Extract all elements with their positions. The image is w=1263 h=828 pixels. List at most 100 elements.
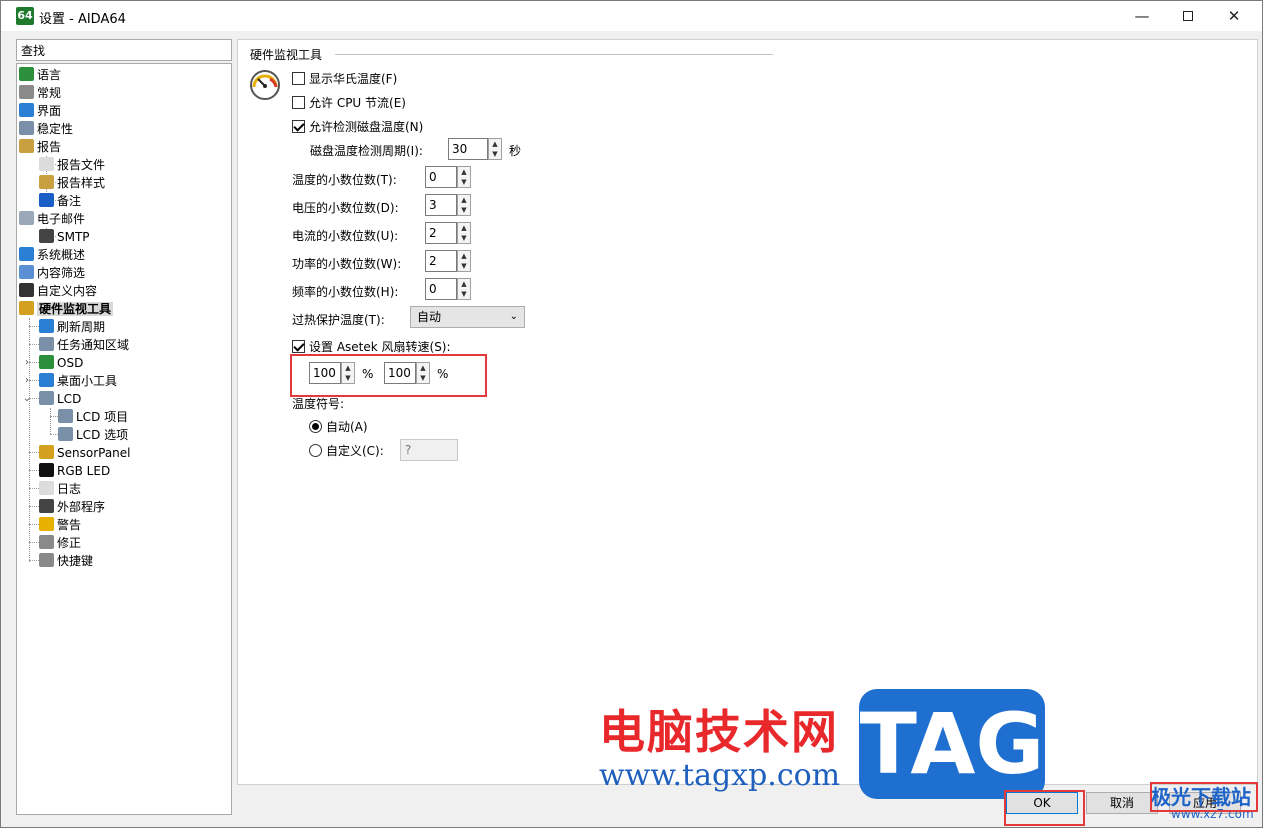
tree-item[interactable]: LCD 项目 (58, 408, 128, 426)
device-icon (19, 283, 34, 297)
tree-item[interactable]: 日志 (39, 480, 81, 498)
spin-arrows[interactable]: ▲ ▼ (488, 138, 502, 160)
temp-symbol-auto-radio[interactable]: 自动(A) (309, 419, 368, 435)
checkbox-box[interactable] (292, 340, 305, 353)
current-decimals-input[interactable]: 2 (425, 222, 457, 244)
temp-symbol-custom-radio[interactable]: 自定义(C): (309, 443, 384, 459)
current-decimals-spinner[interactable]: 2 ▲ ▼ (425, 222, 471, 244)
spin-arrows[interactable]: ▲ ▼ (457, 166, 471, 188)
tree-item[interactable]: 桌面小工具 (39, 372, 117, 390)
close-button[interactable]: ✕ (1211, 1, 1257, 31)
tree-item-label: SensorPanel (57, 446, 131, 460)
lcd-icon (58, 409, 73, 423)
tree-item[interactable]: LCD 选项 (58, 426, 128, 444)
temp-decimals-label: 温度的小数位数(T): (292, 173, 397, 187)
settings-tree[interactable]: › › ⌄ 语言常规 界面 稳定性 报告 报告文件 报告样式 备注 电子邮件 SMTP 系统概述内… (16, 63, 232, 815)
tree-item-label: 系统概述 (37, 248, 86, 262)
tree-item[interactable]: 外部程序 (39, 498, 105, 516)
tree-item[interactable]: RGB LED (39, 462, 110, 480)
tree-item-label: LCD (57, 392, 82, 406)
cancel-button[interactable]: 取消 (1086, 792, 1158, 814)
tree-item[interactable]: SMTP (39, 228, 90, 246)
radio-dot[interactable] (309, 420, 322, 433)
checkbox-box[interactable] (292, 120, 305, 133)
freq-decimals-input[interactable]: 0 (425, 278, 457, 300)
keyboard-icon (39, 553, 54, 567)
radio-dot[interactable] (309, 444, 322, 457)
monitor-icon (19, 103, 34, 117)
tree-item[interactable]: 报告 (19, 138, 61, 156)
overheat-select[interactable]: 自动 ⌄ (410, 306, 525, 328)
info-icon (39, 193, 54, 207)
tree-item-label: SMTP (57, 230, 90, 244)
expand-osd-chevron-icon[interactable]: › (22, 357, 32, 368)
checkbox-box[interactable] (292, 96, 305, 109)
tree-item[interactable]: 备注 (39, 192, 81, 210)
tree-item[interactable]: 报告文件 (39, 156, 105, 174)
filter-icon (19, 265, 34, 279)
tree-item[interactable]: 语言 (19, 66, 61, 84)
tree-item[interactable]: 系统概述 (19, 246, 85, 264)
tree-item[interactable]: 内容筛选 (19, 264, 85, 282)
maximize-button[interactable] (1165, 1, 1211, 31)
tree-item[interactable]: 刷新周期 (39, 318, 105, 336)
tree-item[interactable]: 修正 (39, 534, 81, 552)
document-icon (39, 481, 54, 495)
tree-item-label: LCD 选项 (76, 428, 129, 442)
disk-temp-period-input[interactable]: 30 (448, 138, 488, 160)
checkbox-box[interactable] (292, 72, 305, 85)
current-decimals-label: 电流的小数位数(U): (292, 229, 399, 243)
tree-item-label: 自定义内容 (37, 284, 98, 298)
report-icon (19, 139, 34, 153)
gears-icon (19, 121, 34, 135)
tree-item-label: 警告 (57, 518, 82, 532)
watermark-cn-text: 电脑技术网 (599, 705, 839, 759)
tree-item[interactable]: 警告 (39, 516, 81, 534)
tree-item[interactable]: 硬件监视工具 (19, 300, 114, 318)
asetek-fan-checkbox[interactable]: 设置 Asetek 风扇转速(S): (292, 339, 451, 355)
tree-item[interactable]: 常规 (19, 84, 61, 102)
allow-disk-temp-checkbox[interactable]: 允许检测磁盘温度(N) (292, 119, 423, 135)
expand-gadget-chevron-icon[interactable]: › (22, 375, 32, 386)
tree-item[interactable]: 自定义内容 (19, 282, 97, 300)
voltage-decimals-spinner[interactable]: 3 ▲ ▼ (425, 194, 471, 216)
seconds-unit-label: 秒 (509, 144, 522, 158)
tree-item-label: 快捷键 (57, 554, 94, 568)
power-decimals-spinner[interactable]: 2 ▲ ▼ (425, 250, 471, 272)
gauge-icon (250, 70, 280, 100)
allow-cpu-throttle-checkbox[interactable]: 允许 CPU 节流(E) (292, 95, 406, 111)
tree-item[interactable]: 报告样式 (39, 174, 105, 192)
custom-symbol-input[interactable]: ? (400, 439, 458, 461)
temp-decimals-input[interactable]: 0 (425, 166, 457, 188)
spin-arrows[interactable]: ▲ ▼ (457, 194, 471, 216)
freq-decimals-label: 频率的小数位数(H): (292, 285, 399, 299)
tree-item[interactable]: 电子邮件 (19, 210, 85, 228)
spin-arrows[interactable]: ▲ ▼ (457, 250, 471, 272)
program-icon (39, 499, 54, 513)
show-fahrenheit-checkbox[interactable]: 显示华氏温度(F) (292, 71, 397, 87)
tree-item-label: 语言 (37, 68, 62, 82)
tree-item[interactable]: SensorPanel (39, 444, 131, 462)
collapse-lcd-chevron-icon[interactable]: ⌄ (22, 393, 32, 404)
tree-item[interactable]: 快捷键 (39, 552, 93, 570)
tree-item[interactable]: 界面 (19, 102, 61, 120)
temp-decimals-spinner[interactable]: 0 ▲ ▼ (425, 166, 471, 188)
tree-item-label: OSD (57, 356, 84, 370)
freq-decimals-spinner[interactable]: 0 ▲ ▼ (425, 278, 471, 300)
spin-arrows[interactable]: ▲ ▼ (457, 278, 471, 300)
disk-temp-period-spinner[interactable]: 30 ▲ ▼ (448, 138, 502, 160)
power-decimals-input[interactable]: 2 (425, 250, 457, 272)
highlight-box (290, 354, 487, 397)
group-title: 硬件监视工具 (250, 48, 323, 62)
tree-item[interactable]: OSD (39, 354, 83, 372)
tree-item[interactable]: 稳定性 (19, 120, 73, 138)
spin-arrows[interactable]: ▲ ▼ (457, 222, 471, 244)
tree-item[interactable]: 任务通知区域 (39, 336, 129, 354)
tree-item[interactable]: LCD (39, 390, 81, 408)
gauge-icon (39, 355, 54, 369)
voltage-decimals-input[interactable]: 3 (425, 194, 457, 216)
tree-item-label: RGB LED (57, 464, 111, 478)
search-input[interactable]: 查找 (16, 39, 232, 61)
minimize-button[interactable]: — (1119, 1, 1165, 31)
highlight-box (1004, 790, 1085, 826)
